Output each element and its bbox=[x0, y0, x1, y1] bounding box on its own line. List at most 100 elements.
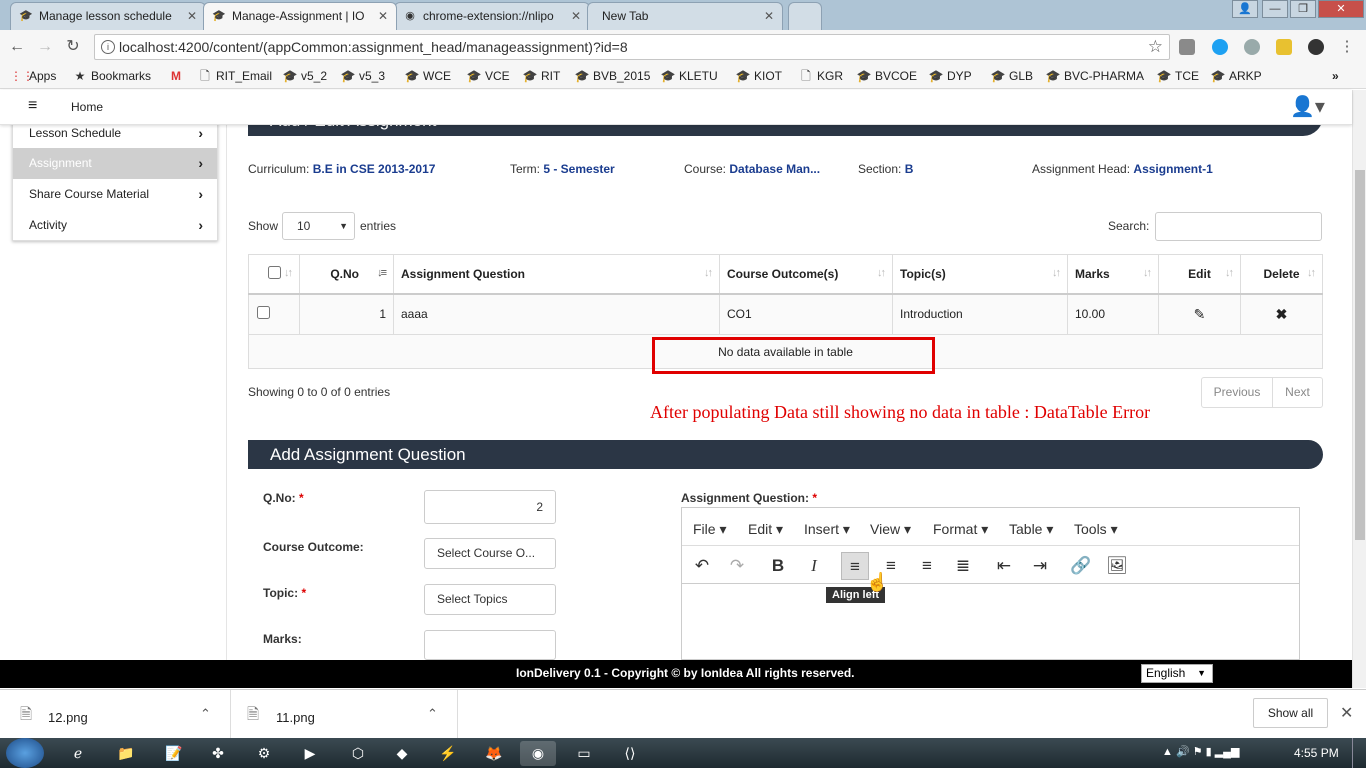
download-item[interactable]: 🗎 12.png ⌃ bbox=[0, 690, 231, 738]
bookmark-rit[interactable]: 🎓 RIT bbox=[522, 68, 561, 84]
info-icon[interactable]: i bbox=[101, 40, 115, 54]
qno-input[interactable]: 2 bbox=[424, 490, 556, 524]
bookmarks-overflow[interactable]: » bbox=[1332, 68, 1339, 84]
app-icon[interactable]: ◆ bbox=[384, 741, 420, 766]
align-left-icon[interactable]: ≡ bbox=[841, 552, 869, 580]
tray-icons[interactable]: ▲ 🔊 ⚑ ▮ ▂▄▆ bbox=[1162, 745, 1239, 758]
image-icon[interactable]: 🖼 bbox=[1103, 552, 1131, 580]
bookmark-rit-email[interactable]: 🗋 RIT_Email bbox=[197, 68, 272, 84]
bookmark-gmail[interactable]: M bbox=[168, 68, 187, 84]
app-icon[interactable]: ⚙ bbox=[246, 741, 282, 766]
bookmark-v5-2[interactable]: 🎓 v5_2 bbox=[282, 68, 328, 84]
align-right-icon[interactable]: ≡ bbox=[913, 552, 941, 580]
indent-icon[interactable]: ⇥ bbox=[1026, 552, 1054, 580]
chevron-up-icon[interactable]: ⌃ bbox=[427, 706, 438, 722]
tab-chrome-extension[interactable]: ◉ chrome-extension://nlipo ✕ bbox=[394, 2, 590, 30]
link-icon[interactable]: 🔗 bbox=[1067, 552, 1095, 580]
bookmark-v5-3[interactable]: 🎓 v5_3 bbox=[340, 68, 386, 84]
column-edit[interactable]: Edit ↓↑ bbox=[1158, 254, 1241, 295]
bookmark-kgr[interactable]: 🗋 KGR bbox=[798, 68, 843, 84]
close-icon[interactable]: ✕ bbox=[378, 3, 388, 29]
next-button[interactable]: Next bbox=[1272, 377, 1323, 408]
menu-edit[interactable]: Edit ▾ bbox=[748, 521, 783, 538]
visual-studio-code-icon[interactable]: ⟨⟩ bbox=[612, 741, 648, 766]
new-tab-button[interactable] bbox=[788, 2, 822, 30]
column-delete[interactable]: Delete ↓↑ bbox=[1240, 254, 1323, 295]
command-prompt-icon[interactable]: ▭ bbox=[566, 741, 602, 766]
column-qno[interactable]: Q.No ↓≡ bbox=[299, 254, 394, 295]
notepad-icon[interactable]: 📝 bbox=[156, 741, 192, 766]
extension-icon[interactable] bbox=[1308, 39, 1324, 55]
bookmark-bvc-pharma[interactable]: 🎓 BVC-PHARMA bbox=[1045, 68, 1145, 84]
topic-select[interactable]: Select Topics bbox=[424, 584, 556, 615]
search-input[interactable] bbox=[1155, 212, 1322, 241]
hamburger-menu-icon[interactable]: ≡ bbox=[28, 98, 37, 114]
media-player-icon[interactable]: ▶ bbox=[292, 741, 328, 766]
redo-icon[interactable]: ↷ bbox=[723, 552, 751, 580]
tab-lesson-schedule[interactable]: 🎓 Manage lesson schedule ✕ bbox=[10, 2, 206, 30]
column-question[interactable]: Assignment Question ↓↑ bbox=[393, 254, 720, 295]
editor-body[interactable] bbox=[682, 585, 1299, 659]
bookmark-glb[interactable]: 🎓 GLB bbox=[990, 68, 1034, 84]
course-outcome-select[interactable]: Select Course O... bbox=[424, 538, 556, 569]
menu-view[interactable]: View ▾ bbox=[870, 521, 911, 538]
bookmark-arkp[interactable]: 🎓 ARKP bbox=[1210, 68, 1262, 84]
bookmark-vce[interactable]: 🎓 VCE bbox=[466, 68, 510, 84]
italic-icon[interactable]: I bbox=[800, 552, 828, 580]
outdent-icon[interactable]: ⇤ bbox=[990, 552, 1018, 580]
marks-input[interactable] bbox=[424, 630, 556, 660]
scrollbar-thumb[interactable] bbox=[1355, 170, 1365, 540]
justify-icon[interactable]: ≣ bbox=[949, 552, 977, 580]
maximize-icon[interactable]: ❐ bbox=[1290, 0, 1316, 18]
tab-manage-assignment[interactable]: 🎓 Manage-Assignment | IO ✕ bbox=[203, 2, 397, 30]
page-scrollbar[interactable] bbox=[1352, 90, 1366, 688]
tab-new-tab[interactable]: New Tab ✕ bbox=[587, 2, 783, 30]
firefox-icon[interactable]: 🦊 bbox=[476, 741, 512, 766]
close-icon[interactable]: ✕ bbox=[571, 3, 581, 29]
bookmark-star-icon[interactable]: ☆ bbox=[1148, 37, 1163, 57]
bold-icon[interactable]: B bbox=[764, 552, 792, 580]
close-icon[interactable]: ✕ bbox=[187, 3, 197, 29]
bookmark-tce[interactable]: 🎓 TCE bbox=[1156, 68, 1199, 84]
bookmark-dyp[interactable]: 🎓 DYP bbox=[928, 68, 972, 84]
undo-icon[interactable]: ↶ bbox=[688, 552, 716, 580]
sidebar-item-assignment[interactable]: Assignment › bbox=[13, 148, 217, 179]
forward-icon[interactable]: → bbox=[36, 38, 54, 56]
close-icon[interactable]: ✕ bbox=[1340, 703, 1353, 723]
home-link[interactable]: Home bbox=[71, 100, 103, 114]
back-icon[interactable]: ← bbox=[8, 38, 26, 56]
address-bar[interactable]: i localhost:4200/content/(appCommon:assi… bbox=[94, 34, 1170, 60]
app-clover-icon[interactable]: ✤ bbox=[200, 741, 236, 766]
menu-format[interactable]: Format ▾ bbox=[933, 521, 988, 538]
user-avatar-icon[interactable]: 👤▾ bbox=[1290, 94, 1325, 119]
entries-select[interactable]: 10 ▼ bbox=[282, 212, 355, 240]
select-all-column[interactable]: ↓↑ bbox=[248, 254, 300, 295]
extension-icon[interactable] bbox=[1276, 39, 1292, 55]
sidebar-item-share-course-material[interactable]: Share Course Material › bbox=[13, 179, 217, 210]
file-explorer-icon[interactable]: 📁 bbox=[108, 741, 144, 766]
menu-insert[interactable]: Insert ▾ bbox=[804, 521, 850, 538]
column-marks[interactable]: Marks ↓↑ bbox=[1067, 254, 1159, 295]
bookmark-bvb-2015[interactable]: 🎓 BVB_2015 bbox=[574, 68, 651, 84]
app-lightning-icon[interactable]: ⚡ bbox=[430, 741, 466, 766]
start-button[interactable] bbox=[6, 738, 44, 768]
menu-file[interactable]: File ▾ bbox=[693, 521, 726, 538]
menu-table[interactable]: Table ▾ bbox=[1009, 521, 1053, 538]
select-all-checkbox[interactable] bbox=[268, 265, 281, 279]
bookmark-apps[interactable]: ⋮⋮Apps bbox=[10, 68, 56, 84]
skype-icon[interactable] bbox=[1212, 39, 1228, 55]
minimize-icon[interactable]: — bbox=[1262, 0, 1288, 18]
window-close-icon[interactable]: ✕ bbox=[1318, 0, 1364, 18]
download-item[interactable]: 🗎 11.png ⌃ bbox=[231, 690, 458, 738]
chrome-menu-icon[interactable]: ⋮ bbox=[1338, 38, 1356, 56]
internet-explorer-icon[interactable]: ℯ bbox=[60, 741, 96, 766]
chevron-up-icon[interactable]: ⌃ bbox=[200, 706, 211, 722]
column-course-outcome[interactable]: Course Outcome(s) ↓↑ bbox=[719, 254, 893, 295]
bookmark-bvcoe[interactable]: 🎓 BVCOE bbox=[856, 68, 918, 84]
show-desktop-button[interactable] bbox=[1352, 738, 1366, 768]
pencil-icon[interactable]: ✎ bbox=[1194, 306, 1206, 322]
bookmark-kletu[interactable]: 🎓 KLETU bbox=[660, 68, 718, 84]
close-icon[interactable]: ✕ bbox=[764, 3, 774, 29]
sidebar-item-activity[interactable]: Activity › bbox=[13, 210, 217, 241]
delete-x-icon[interactable]: ✖ bbox=[1276, 306, 1288, 322]
